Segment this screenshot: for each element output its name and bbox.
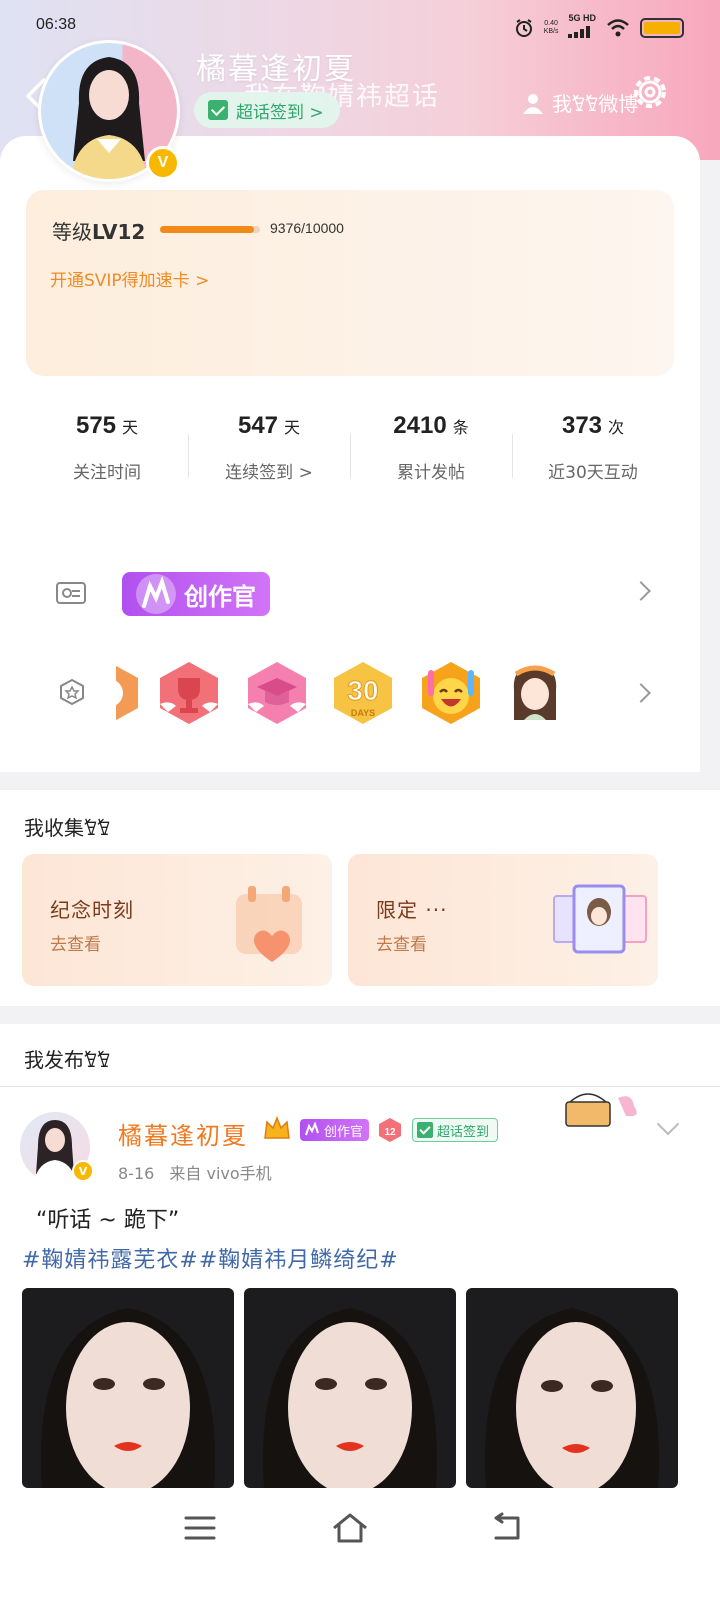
creator-badge[interactable]: 创作官 bbox=[122, 572, 270, 616]
post-text: “听话 ~ 跪下” bbox=[36, 1208, 180, 1233]
chevron-down-icon[interactable] bbox=[656, 1112, 680, 1136]
stat-total-posts[interactable]: 2410 条 累计发帖 bbox=[350, 412, 512, 512]
trophy-medal bbox=[160, 662, 218, 724]
post-verified-badge: V bbox=[72, 1160, 94, 1182]
limited-card[interactable]: 限定 ··· 去查看 bbox=[348, 854, 658, 986]
basket-decoration bbox=[565, 1093, 637, 1127]
badges-card: 创作官 30 DAYS bbox=[26, 524, 674, 756]
divider bbox=[0, 1086, 720, 1087]
network-type: 5G HD bbox=[568, 13, 596, 23]
level-badge-icon: 12 bbox=[379, 1118, 401, 1142]
post-author-name[interactable]: 橘暮逢初夏 bbox=[118, 1116, 248, 1151]
checkin-icon bbox=[208, 100, 228, 120]
medal-list: 30 DAYS bbox=[116, 658, 596, 728]
status-icons: 0.40 KB/s 5G HD bbox=[514, 14, 684, 42]
post-source: 来自 vivo手机 bbox=[169, 1164, 272, 1183]
character-medal bbox=[513, 665, 557, 720]
photo-cards-icon bbox=[553, 884, 647, 954]
id-card-icon bbox=[56, 582, 86, 604]
supertopic-signin-button[interactable]: 超话签到 > bbox=[194, 92, 340, 128]
level-progress-value: 9376/10000 bbox=[270, 220, 344, 236]
status-bar: 06:38 0.40 KB/s 5G HD bbox=[36, 14, 684, 40]
graduation-cap-medal bbox=[248, 662, 306, 724]
settings-gear-icon[interactable] bbox=[628, 70, 672, 114]
posts-title: 我发布𐘸𐘸 bbox=[24, 1048, 111, 1072]
medal-icon bbox=[60, 678, 84, 706]
post-date: 8-16 bbox=[118, 1164, 155, 1183]
svg-text:DAYS: DAYS bbox=[351, 708, 375, 718]
level-progress-bar bbox=[160, 226, 260, 233]
30-days-medal: 30 DAYS bbox=[334, 662, 392, 724]
verified-badge: V bbox=[146, 146, 180, 180]
signal-group: 5G HD bbox=[568, 14, 596, 42]
checkin-icon bbox=[417, 1122, 433, 1138]
post-meta: 8-16 来自 vivo手机 bbox=[118, 1160, 282, 1184]
stats-row: 575 天 关注时间 547 天 连续签到 > 2410 条 累计发帖 373 次 近3… bbox=[26, 412, 674, 512]
level-card[interactable]: 等级LV12 9376/10000 开通SVIP得加速卡 > bbox=[26, 190, 674, 376]
net-speed: 0.40 KB/s bbox=[543, 20, 559, 35]
rocket-hand-icon bbox=[136, 574, 176, 614]
chevron-right-icon bbox=[631, 581, 651, 601]
level-label: 等级LV12 bbox=[52, 220, 146, 244]
post-topics[interactable]: #鞠婧祎露芜衣##鞠婧祎月鳞绮纪# bbox=[22, 1242, 399, 1274]
svip-link[interactable]: 开通SVIP得加速卡 > bbox=[50, 266, 209, 291]
post-image[interactable] bbox=[244, 1288, 456, 1488]
wifi-icon bbox=[607, 19, 629, 37]
calendar-heart-icon bbox=[236, 886, 302, 962]
creator-row[interactable]: 创作官 bbox=[26, 562, 674, 622]
user-icon bbox=[523, 93, 543, 114]
medals-row[interactable]: 30 DAYS bbox=[26, 658, 674, 728]
stat-interactions[interactable]: 373 次 近30天互动 bbox=[512, 412, 674, 512]
svg-text:30: 30 bbox=[347, 675, 378, 706]
crown-icon bbox=[264, 1115, 290, 1139]
system-nav-bar bbox=[0, 1490, 720, 1612]
stat-signin-streak[interactable]: 547 天 连续签到 > bbox=[188, 412, 350, 512]
rocket-hand-icon bbox=[305, 1121, 319, 1136]
signal-icon bbox=[568, 26, 591, 38]
battery-icon bbox=[640, 18, 684, 38]
post-creator-tag: 创作官 bbox=[300, 1119, 370, 1141]
partial-medal bbox=[116, 665, 138, 721]
laughing-face-medal bbox=[422, 662, 480, 724]
back-icon[interactable] bbox=[488, 1510, 528, 1546]
menu-icon[interactable] bbox=[180, 1510, 220, 1546]
alarm-icon bbox=[515, 19, 532, 37]
svg-text:12: 12 bbox=[384, 1127, 396, 1138]
status-time: 06:38 bbox=[36, 16, 77, 33]
collections-section: 我收集𐘸𐘸 纪念时刻 去查看 限定 ··· 去查看 bbox=[0, 790, 720, 1006]
moments-card[interactable]: 纪念时刻 去查看 bbox=[22, 854, 332, 986]
post-image[interactable] bbox=[466, 1288, 678, 1488]
collections-title: 我收集𐘸𐘸 bbox=[24, 816, 111, 840]
post-image[interactable] bbox=[22, 1288, 234, 1488]
post-signin-tag: 超话签到 bbox=[412, 1118, 499, 1142]
home-icon[interactable] bbox=[330, 1510, 370, 1546]
my-weibo-link[interactable]: 我𐘸𐘸微博 bbox=[522, 88, 638, 117]
chevron-right-icon bbox=[631, 683, 651, 703]
stat-follow-time[interactable]: 575 天 关注时间 bbox=[26, 412, 188, 512]
